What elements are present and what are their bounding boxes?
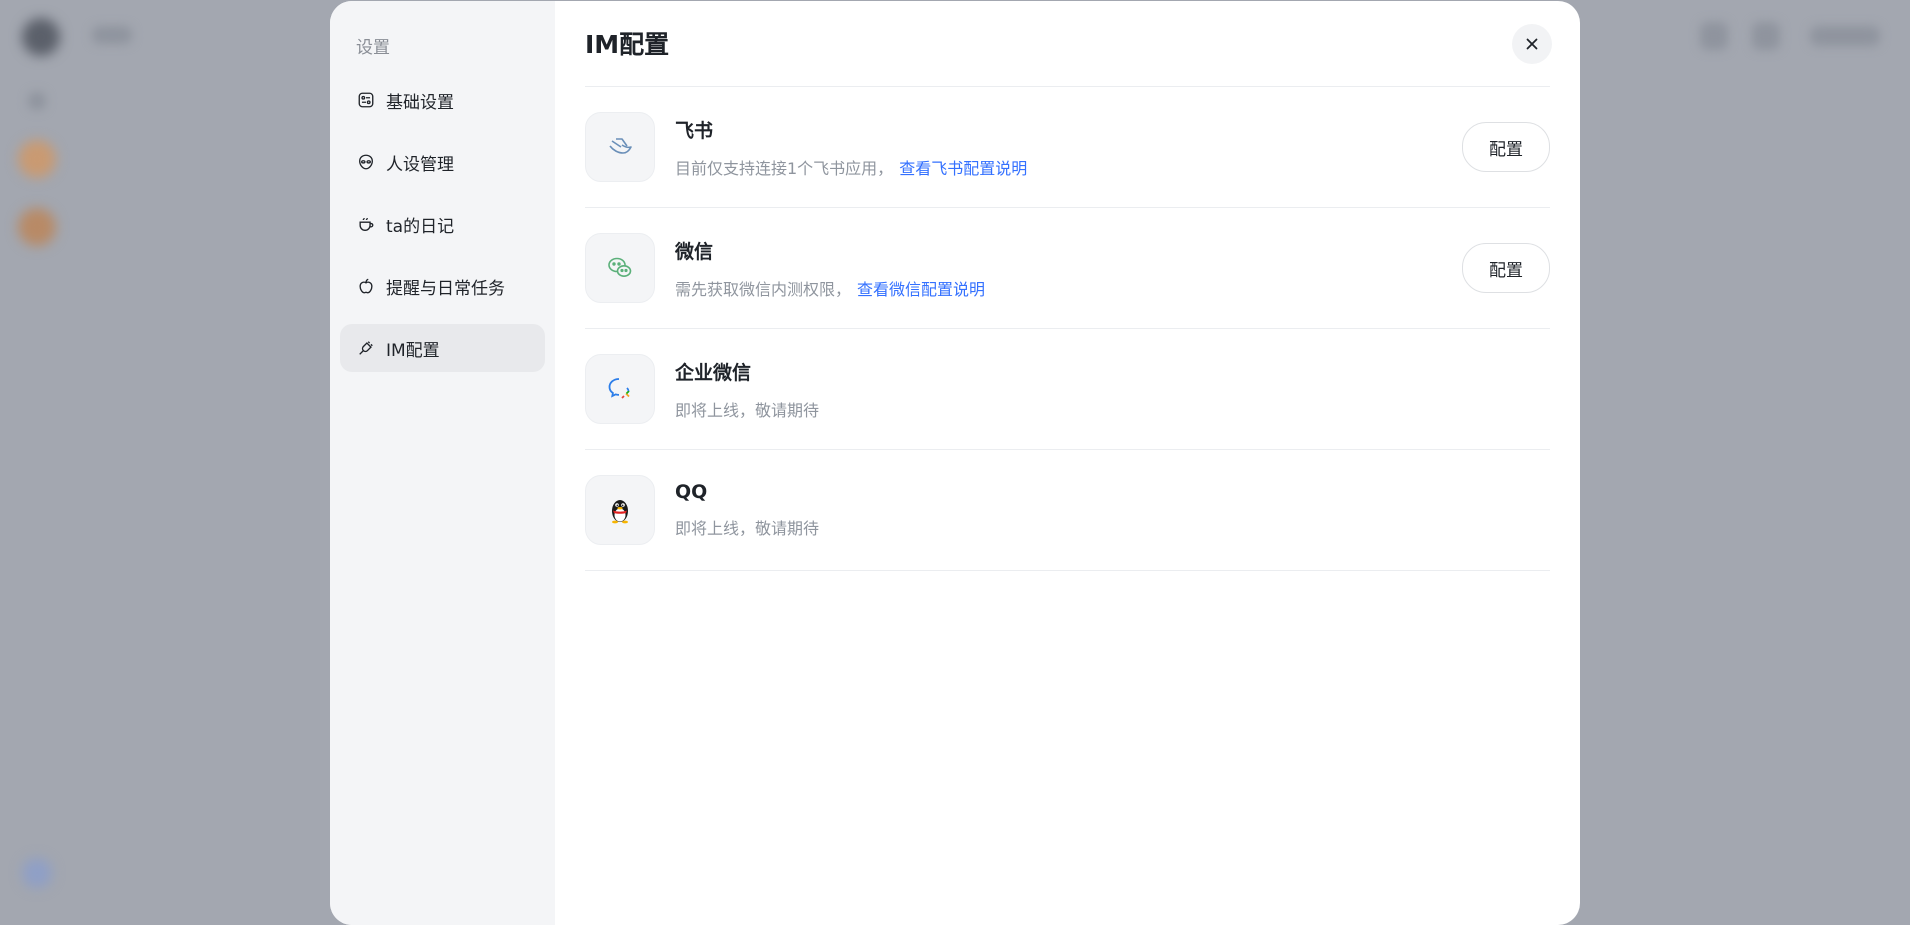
plug-icon — [356, 338, 376, 358]
wechat-config-guide-link[interactable]: 查看微信配置说明 — [857, 280, 985, 299]
background-icon — [1700, 22, 1728, 50]
persona-face-icon — [356, 152, 376, 172]
background-avatar — [22, 18, 60, 56]
integration-desc: 目前仅支持连接1个飞书应用， — [675, 158, 894, 178]
feishu-icon — [585, 112, 655, 182]
background-avatar — [22, 858, 52, 888]
sidebar-item-label: 人设管理 — [386, 154, 454, 175]
background-icon — [28, 92, 46, 110]
background-avatar — [18, 140, 56, 178]
integration-row-wechat: 微信 需先获取微信内测权限， 查看微信配置说明 配置 — [585, 208, 1550, 329]
close-icon — [1524, 36, 1540, 52]
background-label — [1810, 26, 1880, 46]
qq-penguin-icon — [585, 475, 655, 545]
sidebar-item-diary[interactable]: ta的日记 — [340, 200, 545, 248]
integration-name: 飞书 — [675, 119, 714, 142]
settings-panel-icon — [356, 90, 376, 110]
integration-name: 微信 — [675, 240, 714, 263]
sidebar-item-label: IM配置 — [386, 340, 440, 361]
sidebar-item-label: 提醒与日常任务 — [386, 278, 505, 299]
sidebar-item-im-config[interactable]: IM配置 — [340, 324, 545, 372]
wecom-icon — [585, 354, 655, 424]
sidebar-title: 设置 — [356, 38, 390, 58]
wechat-icon — [585, 233, 655, 303]
sidebar-item-label: ta的日记 — [386, 216, 455, 237]
sidebar-item-reminders[interactable]: 提醒与日常任务 — [340, 262, 545, 310]
integration-name: 企业微信 — [675, 361, 752, 384]
integration-row-feishu: 飞书 目前仅支持连接1个飞书应用， 查看飞书配置说明 配置 — [585, 87, 1550, 208]
integration-name: QQ — [675, 481, 708, 503]
settings-sidebar: 设置 基础设置 人设管理 ta的日记 提醒与日常任务 IM配置 — [330, 1, 555, 925]
feishu-config-guide-link[interactable]: 查看飞书配置说明 — [899, 159, 1027, 178]
integration-desc: 即将上线，敬请期待 — [675, 519, 820, 538]
integration-desc: 需先获取微信内测权限， — [675, 279, 852, 299]
settings-modal: 设置 基础设置 人设管理 ta的日记 提醒与日常任务 IM配置 IM配置 飞书 … — [330, 1, 1580, 925]
main-content: IM配置 飞书 目前仅支持连接1个飞书应用， 查看飞书配置说明 配置 微信 需先… — [555, 1, 1580, 925]
sidebar-item-persona[interactable]: 人设管理 — [340, 138, 545, 186]
wechat-config-button[interactable]: 配置 — [1462, 243, 1550, 293]
feishu-config-button[interactable]: 配置 — [1462, 122, 1550, 172]
close-button[interactable] — [1512, 23, 1552, 64]
integration-row-qq: QQ 即将上线，敬请期待 — [585, 450, 1550, 571]
background-label — [92, 26, 132, 44]
content-header: IM配置 — [585, 1, 1552, 87]
integration-row-wecom: 企业微信 即将上线，敬请期待 — [585, 329, 1550, 450]
page-title: IM配置 — [585, 29, 670, 59]
background-icon — [1752, 22, 1780, 50]
background-avatar — [18, 208, 56, 246]
integration-desc: 即将上线，敬请期待 — [675, 400, 820, 420]
sidebar-item-basic-settings[interactable]: 基础设置 — [340, 76, 545, 124]
apple-icon — [356, 276, 376, 296]
sidebar-item-label: 基础设置 — [386, 92, 454, 113]
coffee-cup-icon — [356, 214, 376, 234]
